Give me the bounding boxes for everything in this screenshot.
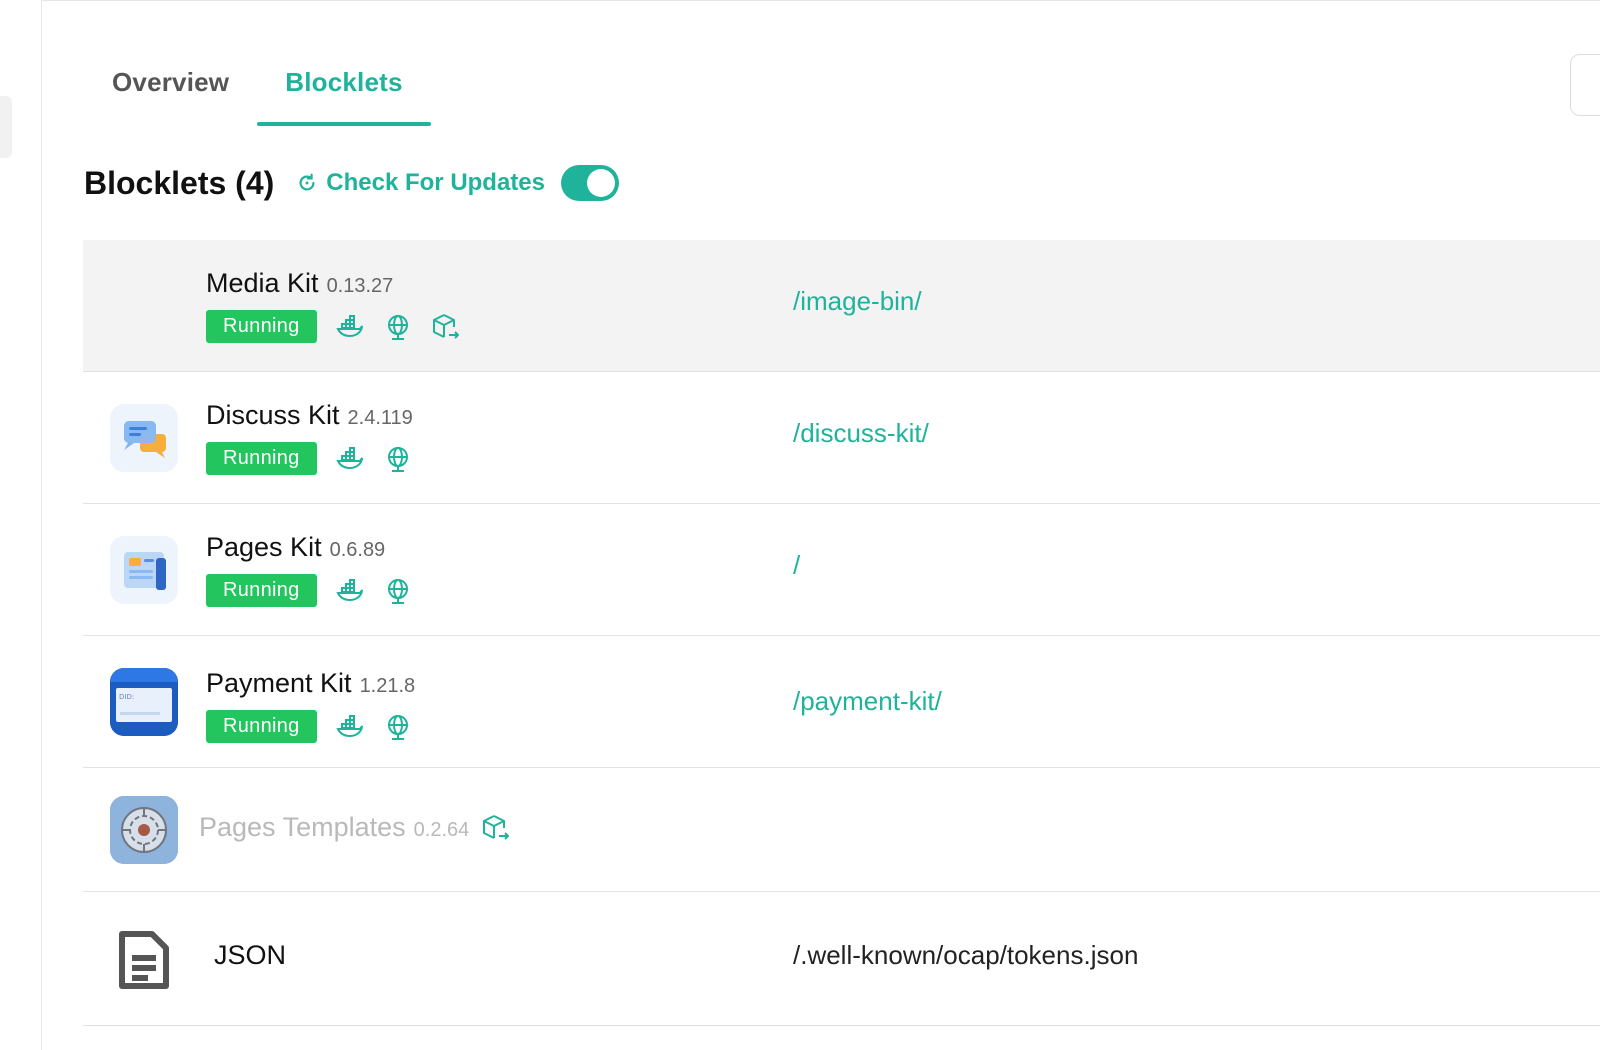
- resource-path[interactable]: /.well-known/ocap/tokens.json: [793, 940, 1138, 971]
- status-badge: Running: [206, 442, 317, 475]
- blocklet-row-media-kit[interactable]: Media Kit 0.13.27 Running /image-bin/: [83, 240, 1600, 372]
- docker-icon[interactable]: [335, 576, 365, 606]
- status-badge: Running: [206, 310, 317, 343]
- right-action-button[interactable]: [1570, 54, 1600, 116]
- check-for-updates-label: Check For Updates: [326, 169, 545, 196]
- section-header: Blocklets (4) Check For Updates: [84, 156, 619, 210]
- status-badge: Running: [206, 574, 317, 607]
- discuss-kit-logo: [110, 404, 178, 472]
- blocklet-row-pages-templates[interactable]: Pages Templates 0.2.64: [83, 768, 1600, 892]
- check-for-updates-button[interactable]: Check For Updates: [296, 169, 545, 197]
- toggle-knob: [587, 169, 615, 197]
- payment-kit-logo: DID:: [110, 668, 178, 736]
- globe-icon[interactable]: [383, 576, 413, 606]
- docker-icon[interactable]: [335, 312, 365, 342]
- blocklet-row-payment-kit[interactable]: DID: Payment Kit 1.21.8 Running /payment…: [83, 636, 1600, 768]
- pages-kit-logo: [110, 536, 178, 604]
- left-sidebar: [0, 0, 42, 1050]
- sidebar-collapse-handle[interactable]: [0, 96, 12, 158]
- mount-point-link[interactable]: /discuss-kit/: [793, 418, 929, 449]
- mount-point-link[interactable]: /image-bin/: [793, 286, 922, 317]
- blocklet-info: Pages Templates 0.2.64: [199, 812, 529, 843]
- payment-kit-logo-text: DID:: [119, 693, 135, 701]
- blocklet-name: Pages Kit: [206, 532, 322, 562]
- blocklet-version: 0.13.27: [326, 275, 394, 297]
- resource-info: JSON: [214, 940, 286, 971]
- blocklet-info: Pages Kit 0.6.89 Running: [206, 532, 431, 607]
- globe-icon[interactable]: [383, 312, 413, 342]
- docker-icon[interactable]: [335, 444, 365, 474]
- globe-icon[interactable]: [383, 712, 413, 742]
- pages-templates-logo: [110, 796, 178, 864]
- blocklet-name: Media Kit: [206, 268, 319, 298]
- document-icon: [110, 926, 178, 994]
- globe-icon[interactable]: [383, 444, 413, 474]
- tab-bar: Overview Blocklets: [84, 60, 432, 126]
- top-divider: [0, 0, 1600, 1]
- blocklet-row-pages-kit[interactable]: Pages Kit 0.6.89 Running /: [83, 504, 1600, 636]
- blocklet-info: Media Kit 0.13.27 Running: [206, 268, 479, 343]
- blocklet-version: 0.2.64: [413, 819, 470, 841]
- docker-icon[interactable]: [335, 712, 365, 742]
- blocklet-name: Pages Templates: [199, 812, 406, 842]
- json-resource-row[interactable]: JSON /.well-known/ocap/tokens.json: [83, 892, 1600, 1026]
- blocklet-info: Payment Kit 1.21.8 Running: [206, 668, 431, 743]
- mount-point-link[interactable]: /: [793, 550, 800, 581]
- package-export-icon[interactable]: [481, 813, 511, 843]
- blocklet-row-discuss-kit[interactable]: Discuss Kit 2.4.119 Running /discuss-kit…: [83, 372, 1600, 504]
- section-title: Blocklets (4): [84, 164, 275, 201]
- blocklet-name: Payment Kit: [206, 668, 352, 698]
- mount-point-link[interactable]: /payment-kit/: [793, 686, 942, 717]
- tab-overview[interactable]: Overview: [84, 60, 257, 126]
- blocklet-name: Discuss Kit: [206, 400, 340, 430]
- blocklet-version: 0.6.89: [329, 539, 386, 561]
- blocklet-list: Media Kit 0.13.27 Running /image-bin/ Di…: [83, 240, 1600, 1026]
- resource-name: JSON: [214, 940, 287, 970]
- tab-blocklets[interactable]: Blocklets: [257, 60, 432, 126]
- blocklet-version: 1.21.8: [359, 675, 416, 697]
- blocklet-version: 2.4.119: [347, 407, 413, 429]
- package-export-icon[interactable]: [431, 312, 461, 342]
- refresh-icon: [299, 173, 315, 191]
- page: Overview Blocklets Blocklets (4) Check F…: [0, 0, 1600, 1050]
- auto-update-toggle[interactable]: [561, 165, 619, 201]
- status-badge: Running: [206, 710, 317, 743]
- blocklet-info: Discuss Kit 2.4.119 Running: [206, 400, 431, 475]
